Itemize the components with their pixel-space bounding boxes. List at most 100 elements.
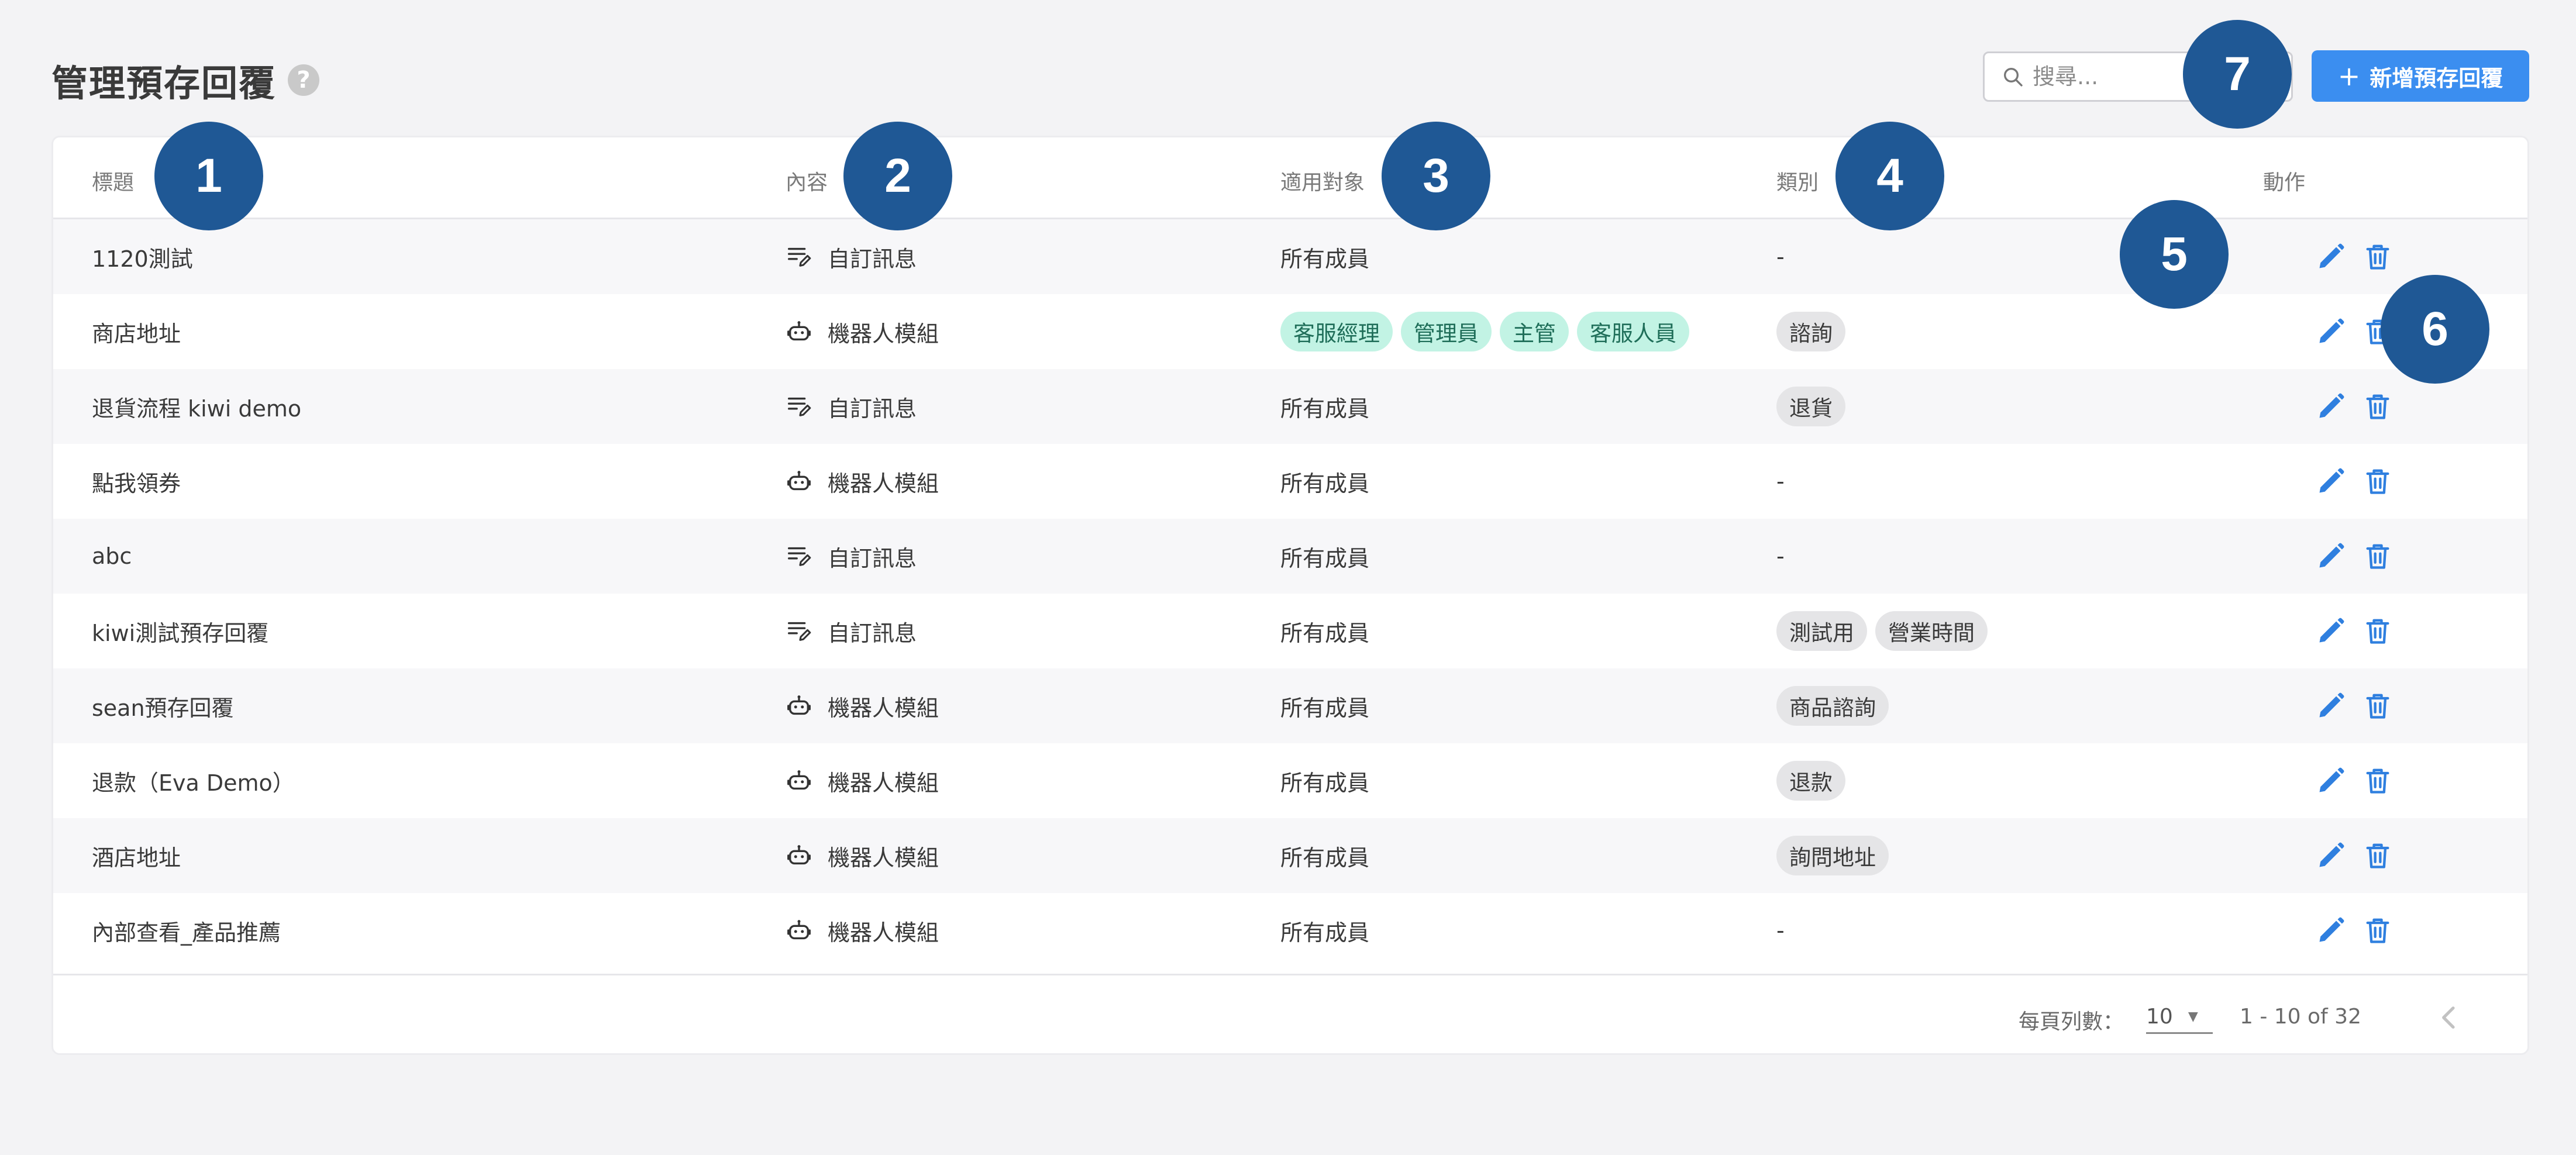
trash-icon[interactable] — [2363, 466, 2393, 497]
category-label: - — [1776, 543, 1785, 569]
cell-content: 機器人模組 — [786, 668, 939, 743]
content-type-label: 機器人模組 — [828, 695, 939, 721]
column-header-audience[interactable]: 適用對象 — [1280, 166, 1365, 196]
custom-message-icon — [788, 397, 811, 416]
pencil-icon[interactable] — [2316, 691, 2346, 721]
category-label: - — [1776, 244, 1785, 270]
audience-label: 所有成員 — [1280, 695, 1370, 721]
row-title: 內部查看_產品推薦 — [92, 919, 281, 946]
cell-audience: 客服經理 管理員 主管 客服人員 — [1280, 294, 1697, 369]
help-icon[interactable]: ? — [288, 64, 320, 96]
cell-category: 商品諮詢 — [1776, 668, 1897, 743]
marker-2: 2 — [843, 122, 952, 230]
cell-content: 自訂訊息 — [786, 519, 917, 594]
row-title: sean預存回覆 — [92, 695, 234, 721]
cell-category: 退貨 — [1776, 369, 1854, 444]
table-footer: 每頁列數： 10 ▼ 1 - 10 of 32 — [53, 974, 2529, 1053]
cell-content: 機器人模組 — [786, 743, 939, 818]
cell-actions — [2316, 818, 2409, 893]
cell-audience: 所有成員 — [1280, 369, 1369, 444]
table-row[interactable]: 退貨流程 kiwi demo 自訂訊息 所有成員 退貨 — [53, 369, 2527, 444]
rows-per-page-select[interactable]: 10 ▼ — [2146, 1001, 2213, 1034]
category-label: - — [1776, 468, 1785, 494]
pencil-icon[interactable] — [2316, 616, 2346, 646]
add-canned-reply-button[interactable]: + 新增預存回覆 — [2312, 50, 2529, 102]
pencil-icon[interactable] — [2316, 840, 2346, 871]
pagination-range: 1 - 10 of 32 — [2240, 1005, 2361, 1029]
pencil-icon[interactable] — [2316, 766, 2346, 796]
table-row[interactable]: abc 自訂訊息 所有成員 - — [53, 519, 2527, 594]
audience-label: 所有成員 — [1280, 770, 1370, 796]
trash-icon[interactable] — [2363, 915, 2393, 946]
audience-label: 所有成員 — [1280, 246, 1370, 272]
row-title: 退貨流程 kiwi demo — [92, 395, 302, 422]
column-header-title[interactable]: 標題 — [92, 166, 134, 196]
category-tag: 諮詢 — [1776, 312, 1845, 351]
marker-6: 6 — [2381, 275, 2489, 384]
trash-icon[interactable] — [2363, 766, 2393, 796]
category-label: - — [1776, 918, 1785, 943]
table-row[interactable]: sean預存回覆 機器人模組 所有成員 商品諮詢 — [53, 668, 2527, 743]
cell-category: - — [1776, 893, 1785, 968]
search-icon — [2004, 68, 2023, 87]
table-row[interactable]: kiwi測試預存回覆 自訂訊息 所有成員 測試用 營業時間 — [53, 594, 2527, 668]
content-type-label: 機器人模組 — [828, 919, 939, 946]
trash-icon[interactable] — [2363, 541, 2393, 571]
cell-content: 機器人模組 — [786, 294, 939, 369]
chevron-right-icon[interactable] — [2519, 1001, 2529, 1034]
cell-category: - — [1776, 519, 1785, 594]
content-type-label: 機器人模組 — [828, 470, 939, 497]
marker-7: 7 — [2183, 20, 2292, 129]
cell-title: abc — [92, 519, 132, 594]
marker-1: 1 — [154, 122, 263, 230]
pencil-icon[interactable] — [2316, 391, 2346, 422]
marker-4: 4 — [1835, 122, 1944, 230]
cell-title: 退款（Eva Demo） — [92, 743, 295, 818]
cell-actions — [2316, 743, 2409, 818]
cell-actions — [2316, 519, 2409, 594]
row-title: 退款（Eva Demo） — [92, 770, 295, 796]
audience-label: 所有成員 — [1280, 545, 1370, 571]
pencil-icon[interactable] — [2316, 316, 2346, 347]
trash-icon[interactable] — [2363, 242, 2393, 272]
table-row[interactable]: 內部查看_產品推薦 機器人模組 所有成員 - — [53, 893, 2527, 968]
audience-tag: 客服人員 — [1577, 312, 1689, 351]
content-type-label: 自訂訊息 — [828, 620, 917, 646]
bot-icon — [787, 471, 811, 491]
pencil-icon[interactable] — [2316, 915, 2346, 946]
column-header-content[interactable]: 內容 — [786, 166, 828, 196]
table-row[interactable]: 酒店地址 機器人模組 所有成員 詢問地址 — [53, 818, 2527, 893]
table-row[interactable]: 點我領券 機器人模組 所有成員 - — [53, 444, 2527, 519]
row-title: 點我領券 — [92, 470, 181, 497]
bot-icon — [787, 770, 811, 790]
page-header: 管理預存回覆 ? — [51, 54, 320, 106]
pencil-icon[interactable] — [2316, 242, 2346, 272]
category-tag: 退貨 — [1776, 387, 1845, 426]
cell-title: 退貨流程 kiwi demo — [92, 369, 301, 444]
category-tag: 商品諮詢 — [1776, 686, 1889, 726]
content-type-label: 自訂訊息 — [828, 246, 917, 272]
table-row[interactable]: 退款（Eva Demo） 機器人模組 所有成員 退款 — [53, 743, 2527, 818]
page-title: 管理預存回覆 — [51, 62, 277, 105]
pencil-icon[interactable] — [2316, 541, 2346, 571]
trash-icon[interactable] — [2363, 840, 2393, 871]
plus-icon: + — [2337, 60, 2361, 92]
chevron-left-icon[interactable] — [2433, 1001, 2465, 1034]
column-header-category[interactable]: 類別 — [1776, 166, 1819, 196]
bot-icon — [787, 920, 811, 940]
trash-icon[interactable] — [2363, 391, 2393, 422]
pencil-icon[interactable] — [2316, 466, 2346, 497]
content-type-label: 自訂訊息 — [828, 545, 917, 571]
category-tag: 退款 — [1776, 761, 1845, 801]
cell-title: sean預存回覆 — [92, 668, 234, 743]
trash-icon[interactable] — [2363, 616, 2393, 646]
cell-category: 詢問地址 — [1776, 818, 1897, 893]
category-tag: 詢問地址 — [1776, 836, 1889, 875]
cell-content: 自訂訊息 — [786, 594, 917, 668]
cell-actions — [2316, 594, 2409, 668]
cell-title: 內部查看_產品推薦 — [92, 893, 281, 968]
trash-icon[interactable] — [2363, 691, 2393, 721]
custom-message-icon — [788, 247, 811, 267]
category-tag: 營業時間 — [1875, 611, 1988, 651]
row-title: 酒店地址 — [92, 844, 181, 871]
